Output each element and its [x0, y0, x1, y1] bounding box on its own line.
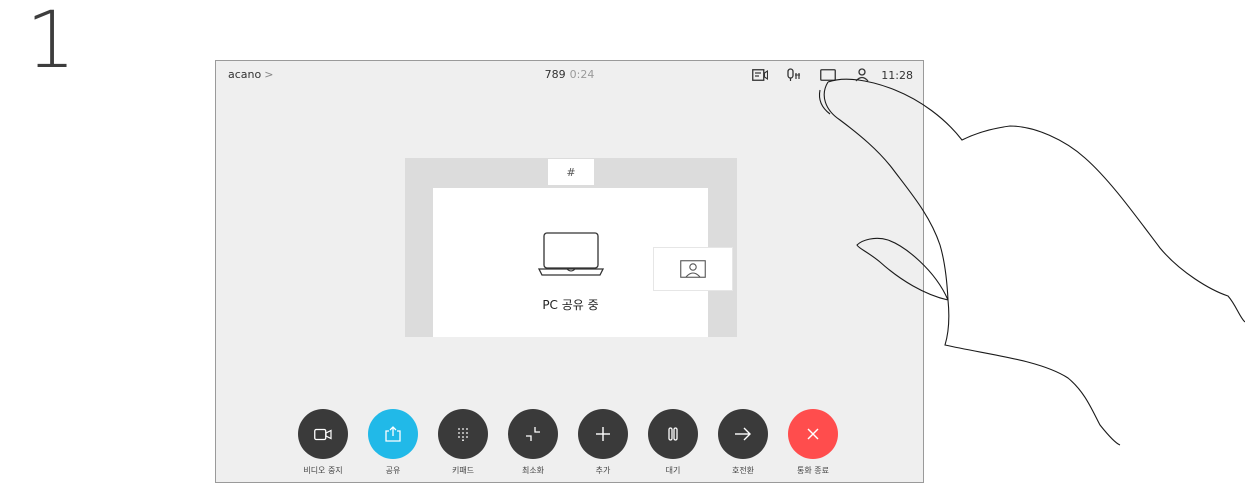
hand-illustration [818, 78, 1245, 446]
